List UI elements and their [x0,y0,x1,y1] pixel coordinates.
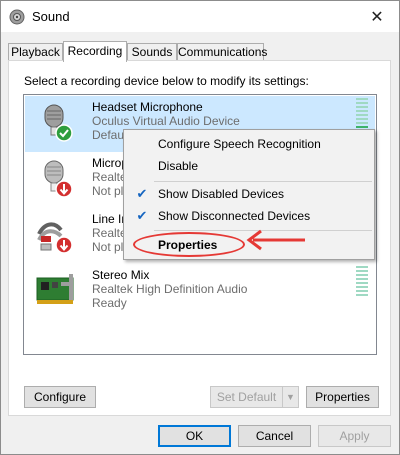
device-driver: Realtek High Definition Audio [92,282,248,296]
menu-item-label: Show Disabled Devices [158,187,285,201]
check-icon: ✔ [136,208,148,223]
set-default-button[interactable]: Set Default [210,386,283,408]
headset-mic-icon [44,104,73,142]
window-title: Sound [32,9,70,24]
level-meter [356,98,368,128]
menu-item-label: Show Disconnected Devices [158,209,311,223]
menu-separator [154,230,372,231]
title-bar: Sound ✕ [1,1,399,32]
speaker-icon [9,9,25,25]
check-icon: ✔ [136,186,148,201]
menu-item-show-disconnected[interactable]: ✔ Show Disconnected Devices [126,205,372,227]
device-driver: Oculus Virtual Audio Device [92,114,240,128]
cancel-button[interactable]: Cancel [238,425,311,447]
menu-item-label: Configure Speech Recognition [158,137,321,151]
properties-button[interactable]: Properties [306,386,379,408]
menu-item-disable[interactable]: Disable [126,155,372,177]
tab-recording[interactable]: Recording [63,41,127,62]
menu-item-properties[interactable]: Properties [126,234,372,256]
menu-item-show-disabled[interactable]: ✔ Show Disabled Devices [126,183,372,205]
device-item-stereo-mix[interactable]: Stereo Mix Realtek High Definition Audio… [25,264,375,320]
close-button[interactable]: ✕ [355,1,399,32]
device-name: Stereo Mix [92,268,150,282]
chevron-down-icon: ▼ [286,392,295,402]
sound-dialog: Sound ✕ Playback Recording Sounds Commun… [0,0,400,455]
menu-item-label: Disable [158,159,199,173]
ok-button[interactable]: OK [158,425,231,447]
menu-item-label: Properties [158,238,218,252]
apply-button[interactable]: Apply [318,425,391,447]
microphone-icon [44,160,73,198]
instruction-text: Select a recording device below to modif… [24,74,309,88]
sound-card-icon [36,274,74,304]
level-meter [356,266,368,296]
configure-button[interactable]: Configure [24,386,96,408]
tab-sounds[interactable]: Sounds [127,43,177,61]
context-menu: Configure Speech Recognition Disable ✔ S… [123,129,375,260]
set-default-dropdown[interactable]: ▼ [283,386,299,408]
close-icon: ✕ [370,8,384,26]
device-status: Ready [92,296,127,310]
tab-communications[interactable]: Communications [177,43,267,61]
menu-separator [154,181,372,182]
tab-playback[interactable]: Playback [8,43,63,61]
menu-item-configure-speech[interactable]: Configure Speech Recognition [126,133,372,155]
device-name: Headset Microphone [92,100,203,114]
line-in-icon [37,222,73,254]
